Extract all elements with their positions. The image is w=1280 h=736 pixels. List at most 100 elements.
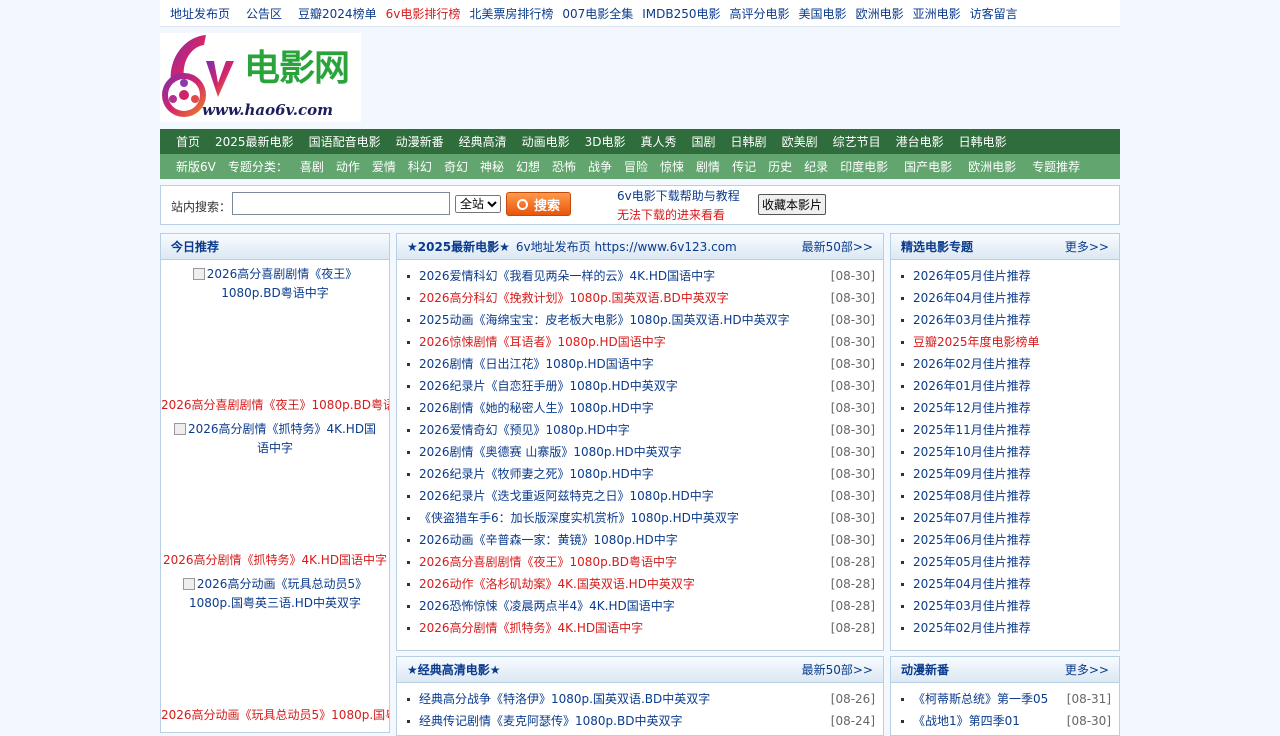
item-link[interactable]: 2026动画《辛普森一家：黄镜》1080p.HD中字 [419,529,678,551]
item-link[interactable]: 经典传记剧情《麦克阿瑟传》1080p.BD中英双字 [419,710,682,732]
item-link[interactable]: 《战地1》第四季01 [913,710,1020,732]
bookmark-button[interactable]: 收藏本影片 [758,194,827,215]
nav-item[interactable]: 欧美剧 [782,133,818,150]
nav-item[interactable]: 日韩电影 [959,133,1007,150]
category-item[interactable]: 国产电影 [904,158,952,175]
category-item[interactable]: 专题推荐 [1032,158,1080,175]
top-link[interactable]: IMDB250电影 [642,5,720,22]
search-button[interactable]: 搜索 [506,192,571,216]
poster-image[interactable]: 2026高分喜剧剧情《夜王》1080p.BD粤语中字 [161,260,389,395]
category-item[interactable]: 惊悚 [660,158,684,175]
item-link[interactable]: 2026爱情科幻《我看见两朵一样的云》4K.HD国语中字 [419,265,715,287]
category-item[interactable]: 爱情 [372,158,396,175]
item-link[interactable]: 豆瓣2025年度电影榜单 [913,331,1040,353]
item-link[interactable]: 2025年10月佳片推荐 [913,441,1031,463]
item-link[interactable]: 2026高分喜剧剧情《夜王》1080p.BD粤语中字 [419,551,677,573]
category-item[interactable]: 历史 [768,158,792,175]
item-link[interactable]: 2026年02月佳片推荐 [913,353,1031,375]
nav-item[interactable]: 首页 [176,133,200,150]
category-item[interactable]: 喜剧 [300,158,324,175]
category-item[interactable]: 幻想 [516,158,540,175]
item-link[interactable]: 2025年05月佳片推荐 [913,551,1031,573]
item-link[interactable]: 2025年12月佳片推荐 [913,397,1031,419]
more-link[interactable]: 最新50部>> [802,238,873,255]
item-link[interactable]: 2026惊悚剧情《耳语者》1080p.HD国语中字 [419,331,666,353]
top-link[interactable]: 亚洲电影 [913,5,961,22]
item-link[interactable]: 2025动画《海绵宝宝：皮老板大电影》1080p.国英双语.HD中英双字 [419,309,790,331]
nav-item[interactable]: 港台电影 [896,133,944,150]
item-link[interactable]: 2025年04月佳片推荐 [913,573,1031,595]
nav-item[interactable]: 日韩剧 [731,133,767,150]
poster-image[interactable]: 2026高分动画《玩具总动员5》1080p.国粤英三语.HD中英双字 [161,570,389,705]
category-item[interactable]: 战争 [588,158,612,175]
nav-item[interactable]: 3D电影 [585,133,626,150]
category-item[interactable]: 恐怖 [552,158,576,175]
item-link[interactable]: 2025年08月佳片推荐 [913,485,1031,507]
category-item[interactable]: 欧洲电影 [968,158,1016,175]
category-item[interactable]: 奇幻 [444,158,468,175]
item-link[interactable]: 《侠盗猎车手6：加长版深度实机赏析》1080p.HD中英双字 [419,507,739,529]
nav-item[interactable]: 动漫新番 [396,133,444,150]
category-item[interactable]: 科幻 [408,158,432,175]
category-item[interactable]: 印度电影 [840,158,888,175]
item-link[interactable]: 2026剧情《她的秘密人生》1080p.HD中字 [419,397,654,419]
item-link[interactable]: 2025年03月佳片推荐 [913,595,1031,617]
category-item[interactable]: 纪录 [804,158,828,175]
top-link[interactable]: 地址发布页 [170,5,230,22]
item-link[interactable]: 2026动作《洛杉矶劫案》4K.国英双语.HD中英双字 [419,573,695,595]
item-link[interactable]: 2026剧情《日出江花》1080p.HD国语中字 [419,353,654,375]
category-item[interactable]: 剧情 [696,158,720,175]
nav-item[interactable]: 真人秀 [641,133,677,150]
top-link[interactable]: 公告区 [246,5,282,22]
today-item[interactable]: 2026高分喜剧剧情《夜王》1080p.BD粤语中字 2026高分喜剧剧情《夜王》… [161,260,389,415]
item-link[interactable]: 2026爱情奇幻《预见》1080p.HD中字 [419,419,630,441]
item-link[interactable]: 2025年07月佳片推荐 [913,507,1031,529]
top-link[interactable]: 6v电影排行榜 [386,5,461,22]
item-link[interactable]: 2026纪录片《牧师妻之死》1080p.HD中字 [419,463,654,485]
cannot-download-link[interactable]: 无法下载的进来看看 [617,208,725,222]
poster-caption[interactable]: 2026高分动画《玩具总动员5》1080p.国粤英三语.HD中英双字 [161,705,389,725]
more-link[interactable]: 更多>> [1065,238,1109,255]
item-link[interactable]: 《柯蒂斯总统》第一季05 [913,688,1048,710]
site-logo[interactable]: 电影网 www.hao6v.com [160,33,361,122]
item-link[interactable]: 2026恐怖惊悚《凌晨两点半4》4K.HD国语中字 [419,595,675,617]
top-link[interactable]: 美国电影 [799,5,847,22]
search-input[interactable] [232,192,450,215]
item-link[interactable]: 2025年11月佳片推荐 [913,419,1031,441]
help-link[interactable]: 6v电影下载帮助与教程 [617,189,740,203]
category-item[interactable]: 新版6V [176,158,216,175]
item-link[interactable]: 2025年06月佳片推荐 [913,529,1031,551]
nav-item[interactable]: 国剧 [692,133,716,150]
item-link[interactable]: 2026年01月佳片推荐 [913,375,1031,397]
category-item[interactable]: 动作 [336,158,360,175]
item-link[interactable]: 2025年09月佳片推荐 [913,463,1031,485]
top-link[interactable]: 北美票房排行榜 [469,5,553,22]
nav-item[interactable]: 动画电影 [522,133,570,150]
item-link[interactable]: 2026剧情《奥德赛 山寨版》1080p.HD中英双字 [419,441,682,463]
nav-item[interactable]: 经典高清 [459,133,507,150]
poster-caption[interactable]: 2026高分剧情《抓特务》4K.HD国语中字 [161,550,389,570]
top-link[interactable]: 高评分电影 [730,5,790,22]
nav-item[interactable]: 国语配音电影 [309,133,381,150]
item-link[interactable]: 2026高分科幻《挽救计划》1080p.国英双语.BD中英双字 [419,287,729,309]
today-item[interactable]: 2026高分剧情《抓特务》4K.HD国语中字 2026高分剧情《抓特务》4K.HD… [161,415,389,570]
item-link[interactable]: 2026年04月佳片推荐 [913,287,1031,309]
top-link[interactable]: 欧洲电影 [856,5,904,22]
item-link[interactable]: 2025年02月佳片推荐 [913,617,1031,639]
nav-item[interactable]: 2025最新电影 [215,133,294,150]
category-item[interactable]: 神秘 [480,158,504,175]
item-link[interactable]: 2026年03月佳片推荐 [913,309,1031,331]
item-link[interactable]: 经典高分战争《特洛伊》1080p.国英双语.BD中英双字 [419,688,710,710]
search-scope-select[interactable]: 全站 [455,195,501,213]
more-link[interactable]: 最新50部>> [802,661,873,678]
more-link[interactable]: 更多>> [1065,661,1109,678]
item-link[interactable]: 2026纪录片《自恋狂手册》1080p.HD中英双字 [419,375,678,397]
top-link[interactable]: 访客留言 [970,5,1018,22]
item-link[interactable]: 2026纪录片《迭戈重返阿兹特克之日》1080p.HD中字 [419,485,714,507]
category-item[interactable]: 冒险 [624,158,648,175]
address-link[interactable]: 6v地址发布页 https://www.6v123.com [516,238,737,255]
category-item[interactable]: 传记 [732,158,756,175]
poster-caption[interactable]: 2026高分喜剧剧情《夜王》1080p.BD粤语中字 [161,395,389,415]
today-item[interactable]: 2026高分动画《玩具总动员5》1080p.国粤英三语.HD中英双字 2026高分… [161,570,389,725]
item-link[interactable]: 2026高分剧情《抓特务》4K.HD国语中字 [419,617,643,639]
